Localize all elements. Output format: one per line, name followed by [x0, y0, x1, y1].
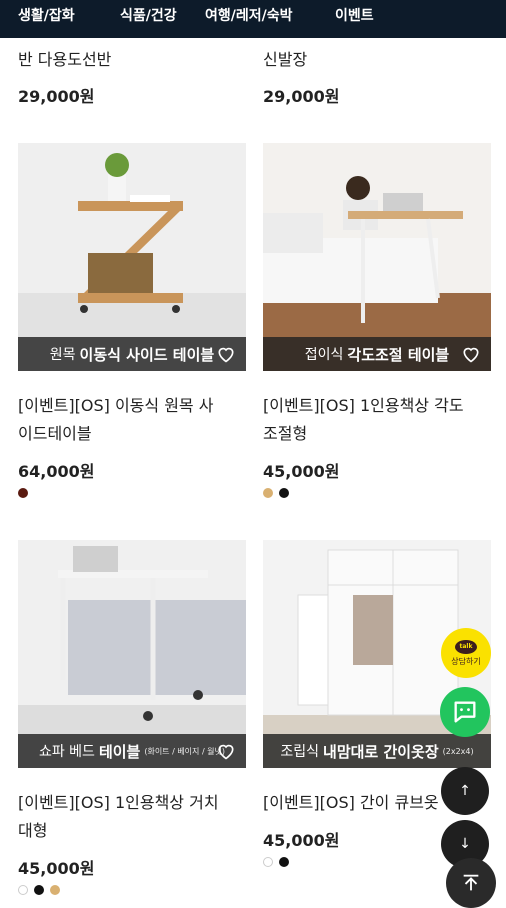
caption-note: (화이트 / 베이지 / 월넛) [144, 746, 226, 756]
color-swatch-black[interactable] [34, 885, 44, 895]
nav-item-event[interactable]: 이벤트 [335, 5, 374, 25]
scroll-up-button[interactable]: ↑ [441, 767, 489, 815]
color-swatches [18, 488, 28, 498]
product-name[interactable]: [이벤트][OS] 이동식 원목 사 이드테이블 [18, 392, 250, 448]
arrow-down-icon: ↓ [459, 836, 471, 852]
color-swatches [263, 857, 289, 867]
product-image-sofa-bed-table[interactable]: 쇼파 베드 테이블 (화이트 / 베이지 / 월넛) [18, 540, 246, 768]
color-swatch-black[interactable] [279, 857, 289, 867]
caption-note: (2x2x4) [442, 746, 474, 756]
caption-title: 테이블 [98, 742, 141, 761]
caption-title: 내맘대로 간이옷장 [323, 742, 439, 761]
caption-prefix: 원목 [49, 347, 76, 363]
caption-title: 각도조절 테이블 [347, 345, 450, 364]
product-name[interactable]: [이벤트][OS] 1인용책상 거치 대형 [18, 789, 250, 845]
color-swatch-beige[interactable] [263, 488, 273, 498]
prev-product-name-left[interactable]: 반 다용도선반 [18, 46, 111, 70]
color-swatch-white[interactable] [263, 857, 273, 867]
caption-prefix: 조립식 [280, 744, 320, 760]
product-price: 45,000원 [18, 859, 95, 878]
product-name-line: [이벤트][OS] 1인용책상 거치 [18, 793, 219, 812]
product-name-line: 이드테이블 [18, 424, 92, 443]
scroll-top-icon [463, 874, 479, 891]
color-swatch-beige[interactable] [50, 885, 60, 895]
product-image-side-table[interactable]: 원목 이동식 사이드 테이블 [18, 143, 246, 371]
product-image-caption: 쇼파 베드 테이블 (화이트 / 베이지 / 월넛) [18, 734, 246, 768]
product-name-line: [이벤트][OS] 이동식 원목 사 [18, 396, 214, 415]
color-swatch-brown[interactable] [18, 488, 28, 498]
product-image-caption: 조립식 내맘대로 간이옷장 (2x2x4) [263, 734, 491, 768]
category-nav: 생활/잡화 식품/건강 여행/레저/숙박 이벤트 [0, 0, 506, 38]
color-swatch-white[interactable] [18, 885, 28, 895]
caption-title: 이동식 사이드 테이블 [79, 345, 215, 364]
prev-product-name-right[interactable]: 신발장 [263, 46, 307, 70]
prev-product-price-left: 29,000원 [18, 87, 95, 106]
product-image-caption: 원목 이동식 사이드 테이블 [18, 337, 246, 371]
color-swatches [263, 488, 289, 498]
nav-item-living[interactable]: 생활/잡화 [18, 5, 75, 25]
chat-button[interactable] [440, 687, 490, 737]
scroll-to-top-button[interactable] [446, 858, 496, 908]
product-price: 64,000원 [18, 462, 95, 481]
product-price: 45,000원 [263, 831, 340, 850]
kakao-consult-label: 상담하기 [451, 656, 481, 666]
product-name-line: 조절형 [263, 424, 308, 443]
nav-item-food[interactable]: 식품/건강 [120, 5, 177, 25]
product-name[interactable]: [이벤트][OS] 1인용책상 각도 조절형 [263, 392, 495, 448]
caption-prefix: 접이식 [304, 347, 344, 363]
prev-product-price-right: 29,000원 [263, 87, 340, 106]
product-image-caption: 접이식 각도조절 테이블 [263, 337, 491, 371]
color-swatch-black[interactable] [279, 488, 289, 498]
heart-icon[interactable] [461, 344, 481, 364]
heart-icon[interactable] [216, 344, 236, 364]
caption-prefix: 쇼파 베드 [38, 744, 95, 760]
kakao-talk-icon: talk [455, 639, 477, 654]
product-name-line: 대형 [18, 821, 48, 840]
chat-icon [454, 701, 476, 723]
product-name-line: [이벤트][OS] 1인용책상 각도 [263, 396, 464, 415]
heart-icon[interactable] [216, 741, 236, 761]
product-price: 45,000원 [263, 462, 340, 481]
nav-item-travel[interactable]: 여행/레저/숙박 [205, 5, 293, 25]
kakao-consult-button[interactable]: talk 상담하기 [441, 628, 491, 678]
product-image-angle-table[interactable]: 접이식 각도조절 테이블 [263, 143, 491, 371]
arrow-up-icon: ↑ [459, 783, 471, 799]
color-swatches [18, 885, 60, 895]
